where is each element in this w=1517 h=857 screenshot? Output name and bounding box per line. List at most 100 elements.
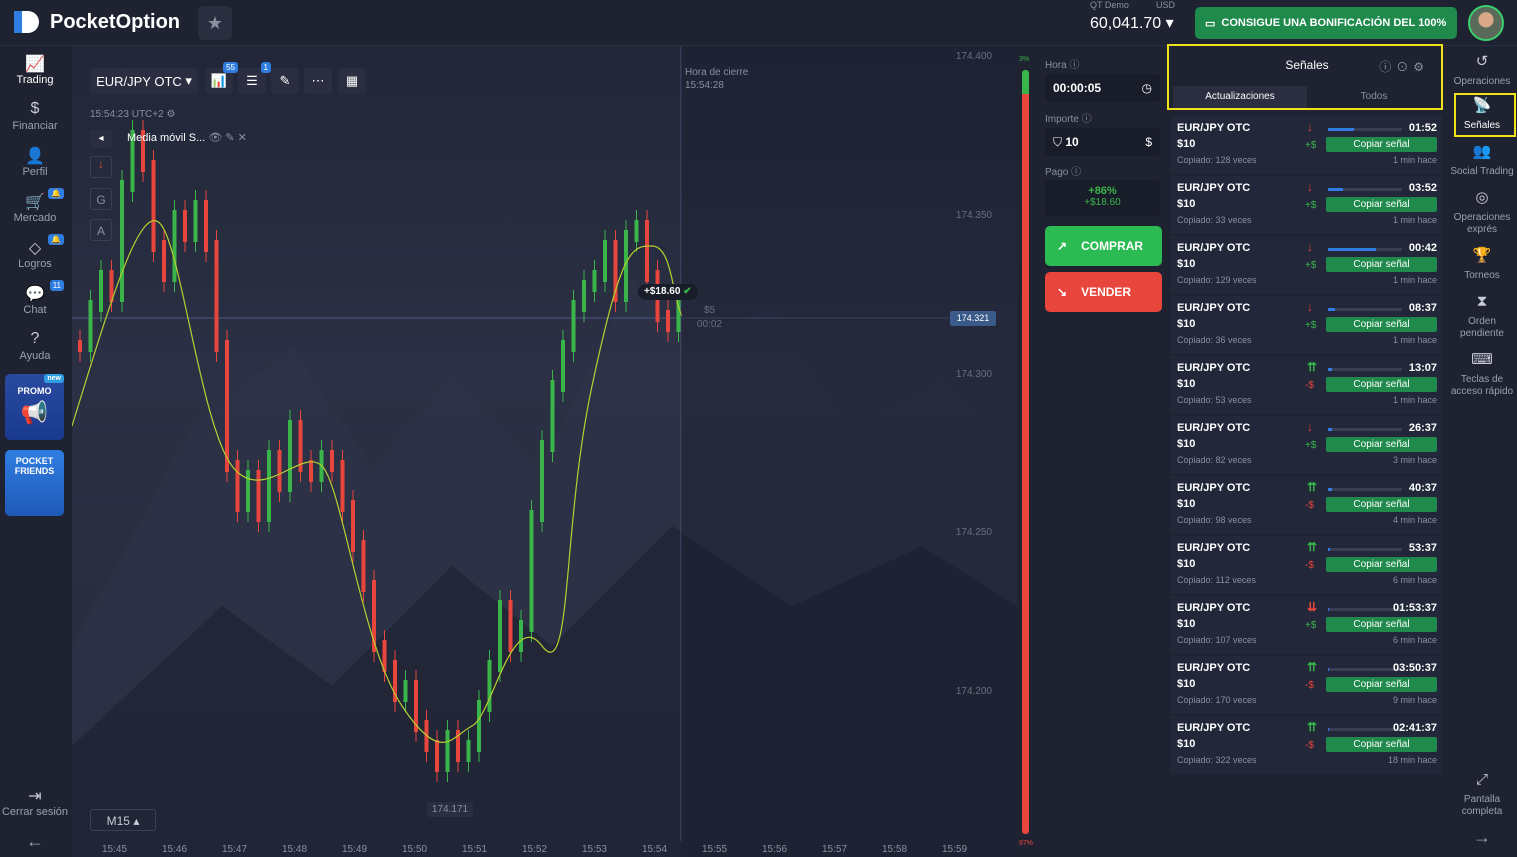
copy-signal-button[interactable]: Copiar señal [1326, 197, 1437, 212]
signal-amount: $10 [1177, 378, 1196, 390]
copy-signal-button[interactable]: Copiar señal [1326, 437, 1437, 452]
signal-progress [1328, 128, 1402, 131]
signal-time: 01:53:37 [1392, 602, 1437, 614]
hora-field[interactable]: 00:00:05 ◷ [1045, 74, 1160, 102]
signal-progress [1328, 668, 1402, 671]
signal-icon: 📡 [1472, 97, 1492, 114]
copy-signal-button[interactable]: Copiar señal [1326, 137, 1437, 152]
nav-logros[interactable]: 🔔 ◇ Logros [0, 234, 70, 270]
bonus-button[interactable]: ▭ CONSIGUE UNA BONIFICACIÓN DEL 100% [1195, 7, 1457, 39]
nav-ayuda[interactable]: ? Ayuda [0, 330, 70, 362]
dots-icon: ⋯ [311, 73, 325, 88]
layout-button[interactable]: ▦ [338, 68, 366, 94]
right-nav: ↺ Operaciones 📡 Señales 👥 Social Trading ◎ O… [1447, 46, 1517, 857]
y-tick: 174.300 [955, 369, 992, 380]
nav-operaciones-expres[interactable]: ◎ Operaciones exprés [1447, 190, 1517, 236]
signal-amount: $10 [1177, 138, 1196, 150]
signal-ago: 1 min hace [1392, 155, 1437, 165]
signal-pair: EUR/JPY OTC [1177, 482, 1251, 494]
nav-mercado[interactable]: 🔔 🛒 Mercado [0, 188, 70, 224]
signal-pl: +$ [1305, 320, 1317, 331]
signal-copied: Copiado: 98 veces [1177, 515, 1252, 525]
copy-signal-button[interactable]: Copiar señal [1326, 617, 1437, 632]
signal-item: EUR/JPY OTC $10 Copiado: 98 veces ⇈ -$ 40:37 C… [1171, 476, 1442, 534]
nav-senales[interactable]: 📡 Señales [1447, 97, 1517, 132]
signals-header-icons[interactable]: ⓘ⊙⚙ [1379, 58, 1429, 75]
signal-copied: Copiado: 33 veces [1177, 215, 1252, 225]
trophy-icon: 🏆 [1472, 247, 1492, 264]
x-tick: 15:52 [522, 844, 548, 855]
nav-torneos[interactable]: 🏆 Torneos [1447, 247, 1517, 282]
signal-ago: 1 min hace [1392, 395, 1437, 405]
copy-signal-button[interactable]: Copiar señal [1326, 497, 1437, 512]
nav-perfil[interactable]: 👤 Perfil [0, 146, 70, 178]
nav-logout[interactable]: ⇥ Cerrar sesión [0, 786, 70, 818]
signal-ago: 9 min hace [1392, 695, 1437, 705]
nav-operaciones[interactable]: ↺ Operaciones [1447, 54, 1517, 88]
tool-a[interactable]: A [90, 219, 112, 241]
pocket-friends-banner[interactable]: POCKET FRIENDS [5, 450, 64, 516]
signal-pl: -$ [1305, 560, 1314, 571]
drawing-button[interactable]: ✎ [271, 68, 299, 94]
more-button[interactable]: ⋯ [304, 68, 332, 94]
tool-g[interactable]: G [90, 188, 112, 210]
copy-signal-button[interactable]: Copiar señal [1326, 257, 1437, 272]
signal-ago: 1 min hace [1392, 275, 1437, 285]
signal-item: EUR/JPY OTC $10 Copiado: 53 veces ⇈ -$ 13:07 C… [1171, 356, 1442, 414]
nav-social-trading[interactable]: 👥 Social Trading [1447, 143, 1517, 178]
nav-chat[interactable]: 11 💬 Chat [0, 280, 70, 316]
signal-time: 03:52 [1408, 182, 1437, 194]
copy-signal-button[interactable]: Copiar señal [1326, 677, 1437, 692]
collapse-arrow-icon[interactable]: ← [0, 831, 70, 852]
user-icon: 👤 [25, 148, 45, 165]
collapse-indicator-button[interactable]: ◂ [90, 130, 112, 148]
signal-ago: 6 min hace [1392, 575, 1437, 585]
tab-actualizaciones[interactable]: Actualizaciones [1173, 86, 1307, 108]
signal-progress [1328, 368, 1402, 371]
x-tick: 15:48 [282, 844, 308, 855]
keyboard-icon: ⌨ [1471, 351, 1493, 368]
nav-orden-pendiente[interactable]: ⧗ Orden pendiente [1447, 294, 1517, 340]
indicators-button[interactable]: ☰ 1 [238, 62, 271, 94]
buy-button[interactable]: ↗ COMPRAR [1045, 226, 1162, 266]
promo-banner[interactable]: new PROMO 📢 [5, 374, 64, 440]
copy-signal-button[interactable]: Copiar señal [1326, 317, 1437, 332]
chart-area[interactable]: EUR/JPY OTC ▾ 📊 55 ☰ 1 ✎ ⋯ ▦ 15:54:23 UTC+… [72, 46, 1017, 857]
users-icon: 👥 [1472, 143, 1492, 160]
copy-signal-button[interactable]: Copiar señal [1326, 377, 1437, 392]
importe-field[interactable]: ⛉ 10 $ [1045, 128, 1160, 156]
star-icon[interactable]: ★ [198, 6, 232, 40]
signal-amount: $10 [1177, 678, 1196, 690]
nav-teclas[interactable]: ⌨ Teclas de acceso rápido [1447, 351, 1517, 398]
nav-fullscreen[interactable]: ⤢ Pantalla completa [1447, 771, 1517, 818]
signal-direction: ⇈ [1307, 660, 1318, 674]
avatar[interactable] [1468, 5, 1504, 41]
down-arrow-tool[interactable]: ↓ [90, 156, 112, 178]
signal-pl: +$ [1305, 140, 1317, 151]
copy-signal-button[interactable]: Copiar señal [1326, 737, 1437, 752]
brush-icon: ✎ [279, 73, 291, 88]
signal-copied: Copiado: 112 veces [1177, 575, 1256, 585]
expand-arrow-icon[interactable]: → [1447, 828, 1517, 846]
nav-financiar[interactable]: $ Financiar [0, 100, 70, 132]
timeframe-button[interactable]: M15 ▴ [90, 809, 156, 831]
pago-label: Pago ⓘ [1045, 167, 1082, 178]
copy-signal-button[interactable]: Copiar señal [1326, 557, 1437, 572]
x-tick: 15:45 [102, 844, 128, 855]
chart-type-button[interactable]: 📊 55 [205, 62, 238, 94]
logo[interactable]: PocketOption [14, 9, 180, 35]
account-currency: USD [1156, 0, 1176, 10]
signal-direction: ⇈ [1307, 540, 1318, 554]
bell-icon: 🔔 [48, 234, 64, 245]
tab-todos[interactable]: Todos [1307, 86, 1441, 108]
x-tick: 15:49 [342, 844, 368, 855]
signal-pl: +$ [1305, 620, 1317, 631]
fullscreen-icon: ⤢ [1475, 771, 1488, 788]
signal-ago: 6 min hace [1392, 635, 1437, 645]
account-selector[interactable]: QT Demo USD 60,041.70 ▾ [1086, 0, 1186, 46]
signal-amount: $10 [1177, 318, 1196, 330]
pair-selector[interactable]: EUR/JPY OTC ▾ [90, 68, 198, 94]
nav-trading[interactable]: 📈 Trading [0, 54, 70, 86]
sell-button[interactable]: ↘ VENDER [1045, 272, 1162, 312]
signal-pair: EUR/JPY OTC [1177, 722, 1251, 734]
